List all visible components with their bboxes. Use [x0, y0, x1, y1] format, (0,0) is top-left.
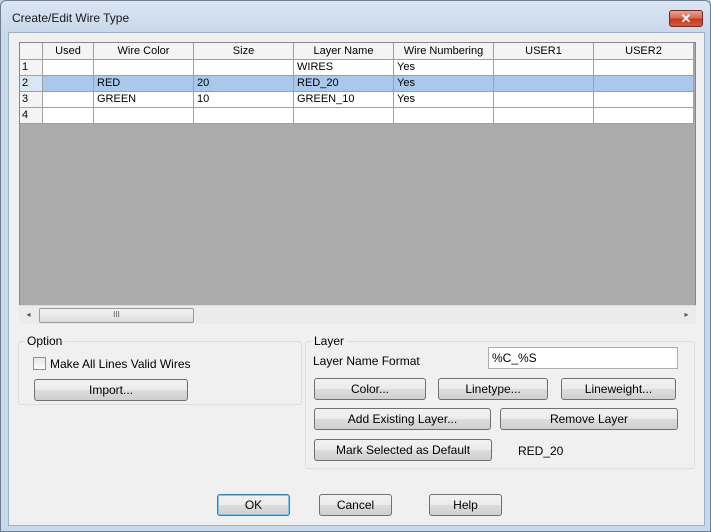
horizontal-scrollbar[interactable]: ◂ III ▸	[19, 305, 696, 324]
lineweight-button[interactable]: Lineweight...	[561, 378, 676, 400]
table-cell[interactable]	[94, 108, 194, 124]
option-group: Option Make All Lines Valid Wires Import…	[18, 334, 302, 405]
column-header[interactable]: Size	[194, 43, 294, 60]
help-button[interactable]: Help	[429, 494, 502, 516]
color-button[interactable]: Color...	[314, 378, 426, 400]
ok-button[interactable]: OK	[217, 494, 290, 516]
scroll-left-icon[interactable]: ◂	[20, 306, 37, 324]
table-cell[interactable]: 20	[194, 76, 294, 92]
add-existing-layer-button[interactable]: Add Existing Layer...	[314, 408, 491, 430]
column-header[interactable]: Used	[43, 43, 94, 60]
default-layer-value: RED_20	[518, 444, 564, 458]
table-cell[interactable]	[494, 76, 594, 92]
scroll-right-icon[interactable]: ▸	[678, 306, 695, 324]
layer-name-format-input[interactable]: %C_%S	[488, 347, 678, 369]
dialog-client: Used Wire Color Size Layer Name Wire Numberi…	[8, 32, 705, 526]
table-cell[interactable]	[43, 108, 94, 124]
table-cell[interactable]: Yes	[394, 76, 494, 92]
table-cell[interactable]	[494, 92, 594, 108]
make-all-valid-checkbox[interactable]	[33, 357, 46, 370]
table-cell[interactable]	[94, 60, 194, 76]
window-title: Create/Edit Wire Type	[12, 11, 130, 25]
table-cell[interactable]	[294, 108, 394, 124]
column-header[interactable]: Layer Name	[294, 43, 394, 60]
table-cell[interactable]: RED_20	[294, 76, 394, 92]
table-row[interactable]: 4	[20, 108, 694, 124]
row-header[interactable]: 1	[20, 60, 43, 76]
make-all-valid-label[interactable]: Make All Lines Valid Wires	[50, 357, 191, 371]
column-header[interactable]: USER1	[494, 43, 594, 60]
table-cell[interactable]	[594, 60, 694, 76]
wire-type-grid[interactable]: Used Wire Color Size Layer Name Wire Numberi…	[19, 42, 696, 324]
close-button[interactable]: ✕	[669, 10, 703, 27]
table-cell[interactable]	[43, 60, 94, 76]
column-header[interactable]: Wire Color	[94, 43, 194, 60]
table-cell[interactable]	[194, 108, 294, 124]
table-cell[interactable]	[594, 108, 694, 124]
table-cell[interactable]	[394, 108, 494, 124]
import-button[interactable]: Import...	[34, 379, 188, 401]
table-cell[interactable]	[594, 76, 694, 92]
table-cell[interactable]: Yes	[394, 92, 494, 108]
table-cell[interactable]: GREEN	[94, 92, 194, 108]
table-cell[interactable]: GREEN_10	[294, 92, 394, 108]
table-cell[interactable]: WIRES	[294, 60, 394, 76]
row-header[interactable]: 4	[20, 108, 43, 124]
layer-name-format-label: Layer Name Format	[313, 354, 420, 368]
option-group-title: Option	[24, 334, 66, 348]
table-cell[interactable]: Yes	[394, 60, 494, 76]
grid-corner-cell[interactable]	[20, 43, 43, 60]
table-row[interactable]: 3 GREEN 10 GREEN_10 Yes	[20, 92, 694, 108]
table-cell[interactable]	[494, 108, 594, 124]
row-header[interactable]: 2	[20, 76, 43, 92]
linetype-button[interactable]: Linetype...	[438, 378, 548, 400]
table-cell[interactable]	[194, 60, 294, 76]
dialog-window: Create/Edit Wire Type ✕ Used Wire Color Si…	[0, 0, 711, 532]
layer-group-title: Layer	[311, 334, 348, 348]
scroll-thumb[interactable]: III	[39, 308, 194, 323]
mark-selected-default-button[interactable]: Mark Selected as Default	[314, 439, 492, 461]
column-header[interactable]: Wire Numbering	[394, 43, 494, 60]
table-row[interactable]: 2 RED 20 RED_20 Yes	[20, 76, 694, 92]
table-cell[interactable]	[494, 60, 594, 76]
table-cell[interactable]	[594, 92, 694, 108]
table-cell[interactable]: RED	[94, 76, 194, 92]
title-bar[interactable]: Create/Edit Wire Type ✕	[1, 1, 710, 32]
layer-group: Layer Layer Name Format %C_%S Color... L…	[305, 334, 695, 469]
grid-header-row: Used Wire Color Size Layer Name Wire Numberi…	[20, 43, 694, 60]
close-icon: ✕	[680, 11, 692, 26]
table-cell[interactable]: 10	[194, 92, 294, 108]
table-row[interactable]: 1 WIRES Yes	[20, 60, 694, 76]
table-cell[interactable]	[43, 92, 94, 108]
column-header[interactable]: USER2	[594, 43, 694, 60]
row-header[interactable]: 3	[20, 92, 43, 108]
remove-layer-button[interactable]: Remove Layer	[500, 408, 678, 430]
table-cell[interactable]	[43, 76, 94, 92]
cancel-button[interactable]: Cancel	[319, 494, 392, 516]
